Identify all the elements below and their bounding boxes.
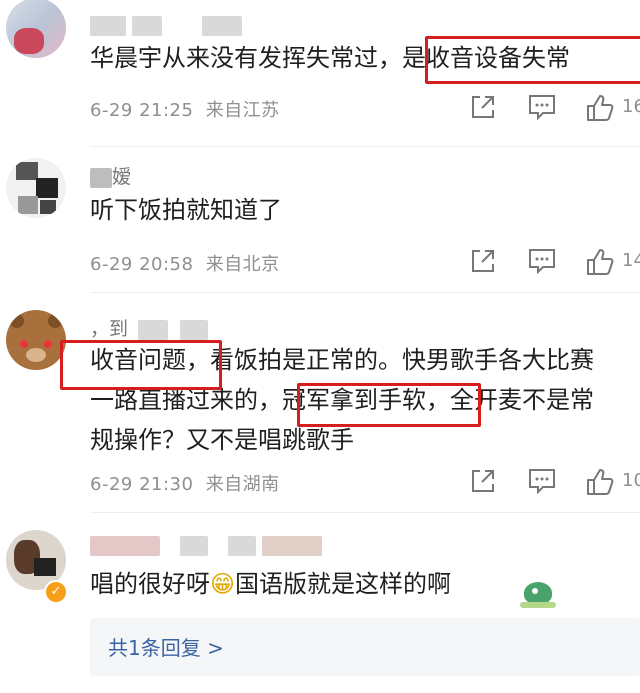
username-blurred (90, 14, 242, 36)
highlight-box (60, 340, 222, 390)
username-blurred (90, 534, 322, 556)
like-count: 14 (622, 250, 640, 271)
comment-text: 听下饭拍就知道了 (90, 196, 282, 224)
username: 嫒 (90, 162, 131, 189)
share-icon[interactable] (470, 468, 496, 494)
comment-icon[interactable] (528, 468, 556, 494)
like-count: 10 (622, 470, 640, 491)
comment-location: 来自北京 (205, 254, 280, 275)
username-text: ，到 (90, 318, 129, 340)
like-icon[interactable] (586, 248, 614, 276)
comment-meta: 6-29 21:30 来自湖南 (90, 470, 280, 496)
comment-date: 6-29 21:30 (90, 474, 194, 495)
dinosaur-sticker-icon (520, 576, 556, 608)
like-icon[interactable] (586, 468, 614, 496)
like-count: 16 (622, 96, 640, 117)
divider (90, 512, 640, 513)
comment-date: 6-29 21:25 (90, 100, 194, 121)
avatar[interactable] (6, 0, 66, 58)
comment-meta: 6-29 21:25 来自江苏 (90, 96, 280, 122)
grinning-emoji-icon: 😁 (210, 570, 236, 598)
divider (90, 146, 640, 147)
share-icon[interactable] (470, 94, 496, 120)
comment-icon[interactable] (528, 248, 556, 274)
comment-location: 来自江苏 (205, 100, 280, 121)
comment-icon[interactable] (528, 94, 556, 120)
highlight-box (425, 36, 640, 84)
share-icon[interactable] (470, 248, 496, 274)
divider (90, 292, 640, 293)
verified-badge-icon: ✓ (44, 580, 68, 604)
username-text: 嫒 (112, 166, 132, 188)
comment-text: 唱的很好呀😁国语版就是这样的啊 (90, 566, 640, 602)
comment-meta: 6-29 20:58 来自北京 (90, 250, 280, 276)
comment-location: 来自湖南 (205, 474, 280, 495)
username: ，到 (90, 314, 209, 341)
avatar[interactable] (6, 310, 66, 370)
reply-box: 共1条回复 > (90, 618, 640, 676)
highlight-box (297, 383, 481, 427)
avatar[interactable] (6, 158, 66, 218)
view-replies-link[interactable]: 共1条回复 > (108, 632, 224, 661)
comment-date: 6-29 20:58 (90, 254, 194, 275)
comment-text-part-2: 国语版就是这样的啊 (235, 570, 452, 598)
comment-text-part-1: 唱的很好呀 (90, 570, 210, 598)
comment-text-line-3: 规操作？又不是唱跳歌手 (90, 426, 354, 454)
like-icon[interactable] (586, 94, 614, 122)
